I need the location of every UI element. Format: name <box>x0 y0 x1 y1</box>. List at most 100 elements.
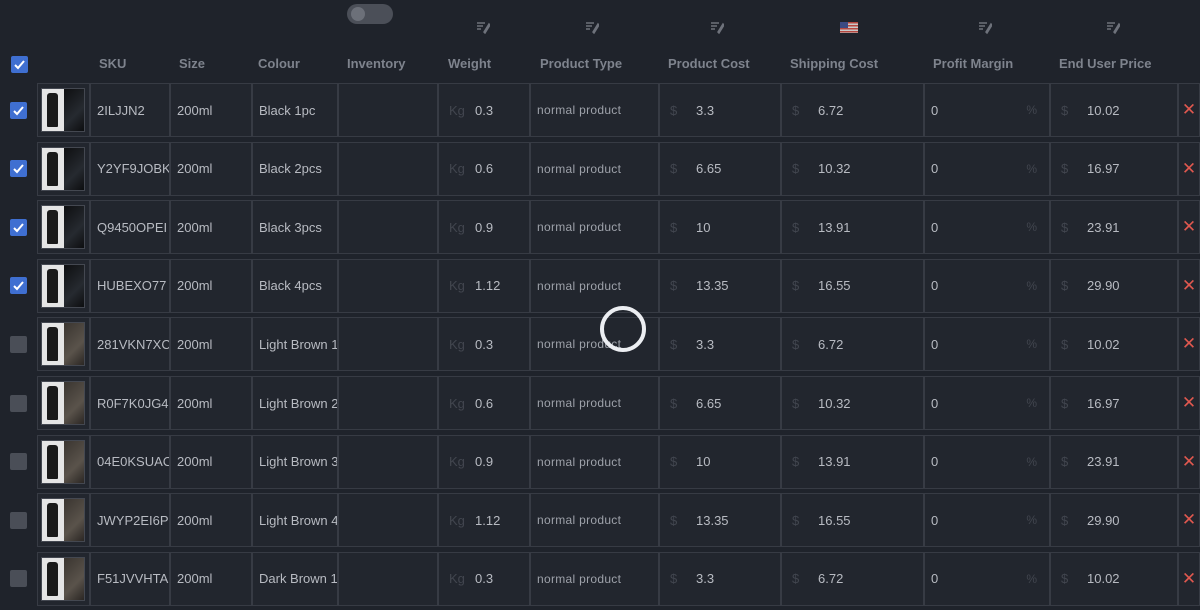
delete-row-button[interactable]: ✕ <box>1178 551 1200 606</box>
delete-row-button[interactable]: ✕ <box>1178 83 1200 137</box>
product-thumbnail[interactable] <box>41 439 85 484</box>
colour-cell[interactable]: Black 3pcs <box>252 200 338 255</box>
product-thumbnail[interactable] <box>41 556 85 601</box>
header-size[interactable]: Size <box>179 56 205 71</box>
row-checkbox[interactable] <box>10 277 27 295</box>
header-sku[interactable]: SKU <box>99 56 126 71</box>
profit-margin-field[interactable]: 0% <box>924 141 1050 196</box>
size-cell[interactable]: 200ml <box>170 83 252 137</box>
size-cell[interactable]: 200ml <box>170 317 252 372</box>
header-product-type[interactable]: Product Type <box>540 56 622 71</box>
us-flag-icon[interactable] <box>840 22 858 33</box>
product-type-select[interactable]: normal product <box>530 493 659 548</box>
weight-field[interactable]: Kg 0.3 <box>438 551 530 606</box>
inventory-field[interactable] <box>338 200 438 255</box>
select-all-checkbox[interactable] <box>11 56 28 73</box>
size-cell[interactable]: 200ml <box>170 493 252 548</box>
profit-margin-field[interactable]: 0% <box>924 200 1050 255</box>
header-product-cost[interactable]: Product Cost <box>668 56 750 71</box>
delete-row-button[interactable]: ✕ <box>1178 200 1200 255</box>
sku-cell[interactable]: 281VKN7XC <box>90 317 170 372</box>
shipping-cost-field[interactable]: $10.32 <box>781 141 924 196</box>
product-cost-field[interactable]: $10 <box>659 200 781 255</box>
size-cell[interactable]: 200ml <box>170 434 252 489</box>
size-cell[interactable]: 200ml <box>170 200 252 255</box>
size-cell[interactable]: 200ml <box>170 551 252 606</box>
header-colour[interactable]: Colour <box>258 56 300 71</box>
profit-margin-field[interactable]: 0% <box>924 434 1050 489</box>
product-cost-field[interactable]: $13.35 <box>659 493 781 548</box>
shipping-cost-field[interactable]: $6.72 <box>781 551 924 606</box>
header-inventory[interactable]: Inventory <box>347 56 406 71</box>
row-checkbox[interactable] <box>10 101 27 119</box>
inventory-field[interactable] <box>338 317 438 372</box>
weight-field[interactable]: Kg 1.12 <box>438 493 530 548</box>
end-user-price-field[interactable]: $29.90 <box>1050 493 1178 548</box>
delete-row-button[interactable]: ✕ <box>1178 376 1200 430</box>
end-user-price-field[interactable]: $10.02 <box>1050 551 1178 606</box>
colour-cell[interactable]: Black 1pc <box>252 83 338 137</box>
delete-row-button[interactable]: ✕ <box>1178 141 1200 196</box>
bulk-edit-cost-icon[interactable] <box>710 20 724 34</box>
sku-cell[interactable]: 2ILJJN2 <box>90 83 170 137</box>
sku-cell[interactable]: F51JVVHTA <box>90 551 170 606</box>
sku-cell[interactable]: JWYP2EI6P <box>90 493 170 548</box>
shipping-cost-field[interactable]: $16.55 <box>781 258 924 313</box>
header-end-user-price[interactable]: End User Price <box>1059 56 1152 71</box>
product-cost-field[interactable]: $10 <box>659 434 781 489</box>
product-thumbnail[interactable] <box>41 205 85 250</box>
delete-row-button[interactable]: ✕ <box>1178 434 1200 489</box>
product-type-select[interactable]: normal product <box>530 376 659 430</box>
weight-field[interactable]: Kg 1.12 <box>438 258 530 313</box>
row-checkbox[interactable] <box>10 218 27 236</box>
size-cell[interactable]: 200ml <box>170 258 252 313</box>
bulk-edit-weight-icon[interactable] <box>476 20 490 34</box>
inventory-field[interactable] <box>338 434 438 489</box>
sku-cell[interactable]: 04E0KSUAC <box>90 434 170 489</box>
colour-cell[interactable]: Dark Brown 1p <box>252 551 338 606</box>
weight-field[interactable]: Kg 0.3 <box>438 317 530 372</box>
colour-cell[interactable]: Light Brown 2 <box>252 376 338 430</box>
header-shipping-cost[interactable]: Shipping Cost <box>790 56 878 71</box>
end-user-price-field[interactable]: $10.02 <box>1050 83 1178 137</box>
size-cell[interactable]: 200ml <box>170 376 252 430</box>
colour-cell[interactable]: Light Brown 4 <box>252 493 338 548</box>
bulk-edit-margin-icon[interactable] <box>978 20 992 34</box>
row-checkbox[interactable] <box>10 394 27 412</box>
product-cost-field[interactable]: $13.35 <box>659 258 781 313</box>
colour-cell[interactable]: Light Brown 1 <box>252 317 338 372</box>
toggle-switch[interactable] <box>347 4 393 24</box>
row-checkbox[interactable] <box>10 160 27 178</box>
size-cell[interactable]: 200ml <box>170 141 252 196</box>
header-weight[interactable]: Weight <box>448 56 491 71</box>
sku-cell[interactable]: Y2YF9JOBK <box>90 141 170 196</box>
weight-field[interactable]: Kg 0.6 <box>438 141 530 196</box>
product-thumbnail[interactable] <box>41 88 85 132</box>
shipping-cost-field[interactable]: $6.72 <box>781 83 924 137</box>
product-type-select[interactable]: normal product <box>530 141 659 196</box>
colour-cell[interactable]: Black 2pcs <box>252 141 338 196</box>
weight-field[interactable]: Kg 0.9 <box>438 434 530 489</box>
profit-margin-field[interactable]: 0% <box>924 258 1050 313</box>
product-cost-field[interactable]: $6.65 <box>659 376 781 430</box>
weight-field[interactable]: Kg 0.6 <box>438 376 530 430</box>
product-cost-field[interactable]: $6.65 <box>659 141 781 196</box>
end-user-price-field[interactable]: $29.90 <box>1050 258 1178 313</box>
header-profit-margin[interactable]: Profit Margin <box>933 56 1013 71</box>
product-cost-field[interactable]: $3.3 <box>659 551 781 606</box>
sku-cell[interactable]: Q9450OPEI <box>90 200 170 255</box>
product-type-select[interactable]: normal product <box>530 551 659 606</box>
weight-field[interactable]: Kg 0.3 <box>438 83 530 137</box>
colour-cell[interactable]: Light Brown 3 <box>252 434 338 489</box>
weight-field[interactable]: Kg 0.9 <box>438 200 530 255</box>
inventory-field[interactable] <box>338 83 438 137</box>
product-type-select[interactable]: normal product <box>530 258 659 313</box>
product-type-select[interactable]: normal product <box>530 83 659 137</box>
row-checkbox[interactable] <box>10 570 27 588</box>
sku-cell[interactable]: HUBEXO77 <box>90 258 170 313</box>
inventory-field[interactable] <box>338 493 438 548</box>
product-type-select[interactable]: normal product <box>530 200 659 255</box>
delete-row-button[interactable]: ✕ <box>1178 493 1200 548</box>
profit-margin-field[interactable]: 0% <box>924 83 1050 137</box>
profit-margin-field[interactable]: 0% <box>924 551 1050 606</box>
